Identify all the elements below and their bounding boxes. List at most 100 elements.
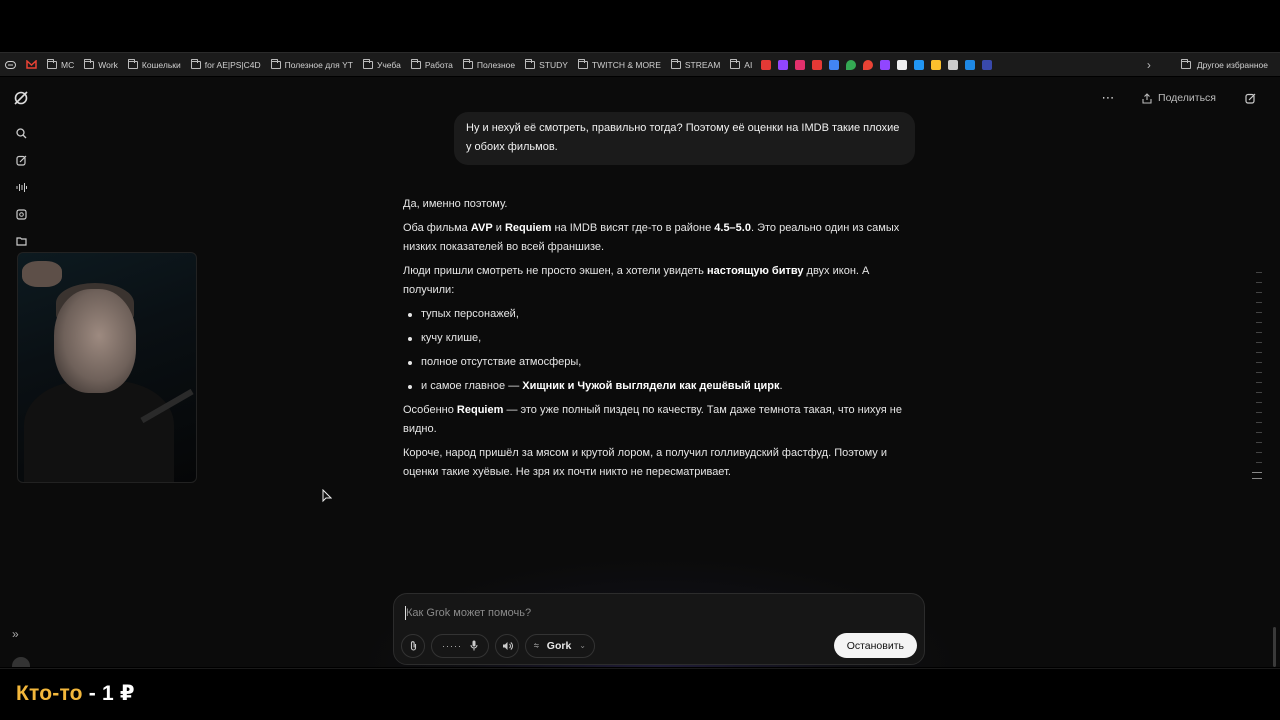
new-chat-edit-icon[interactable] bbox=[1240, 88, 1260, 108]
bookmark-folder[interactable]: for AE|PS|C4D bbox=[186, 53, 266, 76]
bookmark-folder[interactable]: Учеба bbox=[358, 53, 406, 76]
bookmark-folder[interactable]: MC bbox=[42, 53, 79, 76]
bookmark-folder[interactable]: Полезное для YT bbox=[266, 53, 358, 76]
user-message-bubble: Ну и нехуй её смотреть, правильно тогда?… bbox=[454, 112, 915, 165]
bookmark-gmail-icon[interactable] bbox=[21, 53, 42, 76]
imagine-icon[interactable] bbox=[8, 201, 34, 227]
grok-logo-icon[interactable] bbox=[8, 85, 34, 111]
donation-ticker: Кто-то - 1 ₽ bbox=[0, 668, 1280, 720]
answer-paragraph: Оба фильма AVP и Requiem на IMDB висят г… bbox=[403, 222, 900, 253]
site-icon[interactable] bbox=[931, 59, 942, 70]
new-chat-icon[interactable] bbox=[8, 147, 34, 173]
donation-text: Кто-то - 1 ₽ bbox=[16, 681, 135, 706]
bookmark-folder[interactable]: AI bbox=[725, 53, 757, 76]
sliders-icon bbox=[534, 643, 539, 648]
folder-icon bbox=[410, 58, 421, 69]
stop-button[interactable]: Остановить bbox=[833, 633, 917, 658]
top-black-area bbox=[0, 0, 1280, 50]
expand-sidebar-icon[interactable]: » bbox=[12, 627, 19, 641]
site-icon[interactable] bbox=[965, 59, 976, 70]
microphone-icon[interactable] bbox=[470, 640, 478, 651]
youtube-icon[interactable] bbox=[761, 59, 772, 70]
avatar[interactable] bbox=[12, 657, 30, 667]
bookmark-folder[interactable]: Work bbox=[79, 53, 123, 76]
chevron-right-icon[interactable]: › bbox=[1147, 58, 1151, 72]
location-icon[interactable] bbox=[863, 59, 874, 70]
voice-controls[interactable]: ····· bbox=[431, 633, 489, 658]
model-label: Gork bbox=[546, 639, 572, 652]
webcam-person-hand bbox=[22, 261, 62, 287]
folder-icon bbox=[1180, 58, 1191, 69]
bookmarks-overflow: › Другое избранное bbox=[1147, 58, 1280, 72]
folder-icon bbox=[730, 58, 741, 69]
folder-icon bbox=[362, 58, 373, 69]
voice-mode-button[interactable] bbox=[495, 633, 519, 658]
dots-icon: ····· bbox=[442, 640, 462, 651]
translate-icon[interactable] bbox=[829, 59, 840, 70]
bookmark-folder[interactable]: Кошельки bbox=[123, 53, 186, 76]
folder-icon bbox=[84, 58, 95, 69]
instagram-icon[interactable] bbox=[795, 59, 806, 70]
donation-separator: - bbox=[82, 682, 102, 705]
other-bookmarks[interactable]: Другое избранное bbox=[1197, 60, 1268, 70]
attach-button[interactable] bbox=[401, 633, 425, 658]
donor-name: Кто-то bbox=[16, 682, 83, 705]
folder-icon bbox=[47, 58, 57, 69]
search-icon[interactable] bbox=[8, 120, 34, 146]
answer-paragraph: Люди пришли смотреть не просто экшен, а … bbox=[403, 265, 870, 296]
donation-amount: 1 ₽ bbox=[101, 682, 135, 705]
paperclip-icon bbox=[410, 641, 416, 651]
mouse-cursor-icon bbox=[322, 489, 332, 503]
folder-icon bbox=[462, 58, 473, 69]
message-composer[interactable]: Как Grok может помочь? ····· Gork ⌄ Оста… bbox=[393, 593, 925, 665]
composer-toolbar: ····· Gork ⌄ Остановить bbox=[401, 633, 917, 658]
bookmark-folder[interactable]: TWITCH & MORE bbox=[573, 53, 666, 76]
webcam-person-face bbox=[54, 289, 136, 393]
youtube-icon[interactable] bbox=[812, 59, 823, 70]
bookmark-folder[interactable]: STREAM bbox=[666, 53, 725, 76]
folder-icon bbox=[270, 58, 281, 69]
voice-icon[interactable] bbox=[8, 174, 34, 200]
folder-icon bbox=[525, 58, 536, 69]
answer-list: тупых персонажей, кучу клише, полное отс… bbox=[403, 305, 913, 396]
bookmarks-bar: MC Work Кошельки for AE|PS|C4D Полезное … bbox=[0, 52, 1280, 76]
twitch-icon[interactable] bbox=[880, 59, 891, 70]
bookmark-folder[interactable]: Работа bbox=[406, 53, 458, 76]
maps-icon[interactable] bbox=[846, 59, 857, 70]
list-item: тупых персонажей, bbox=[403, 305, 913, 324]
site-icon[interactable] bbox=[948, 59, 959, 70]
webcam-overlay bbox=[17, 252, 197, 483]
bookmark-apps-icon[interactable] bbox=[0, 53, 21, 76]
model-selector[interactable]: Gork ⌄ bbox=[525, 633, 595, 658]
bookmark-folder[interactable]: Полезное bbox=[458, 53, 520, 76]
webcam-person-body bbox=[24, 381, 174, 482]
notion-icon[interactable] bbox=[897, 59, 908, 70]
page-scrollbar[interactable] bbox=[1273, 627, 1276, 667]
message-navigator[interactable] bbox=[1252, 272, 1262, 482]
list-item: кучу клише, bbox=[403, 329, 913, 348]
assistant-answer: Да, именно поэтому. Оба фильма AVP и Req… bbox=[403, 195, 913, 487]
answer-paragraph: Да, именно поэтому. bbox=[403, 198, 508, 210]
bookmark-folder[interactable]: STUDY bbox=[520, 53, 573, 76]
twitch-icon[interactable] bbox=[778, 59, 789, 70]
folder-icon bbox=[190, 58, 201, 69]
chat-header-actions: ⋯ Поделиться bbox=[1098, 88, 1260, 108]
folder-icon bbox=[127, 58, 138, 69]
chevron-down-icon: ⌄ bbox=[579, 641, 586, 650]
share-button[interactable]: Поделиться bbox=[1134, 89, 1224, 107]
grok-app: » ⋯ Поделиться Ну и нехуй её смотреть, п… bbox=[0, 77, 1280, 667]
site-icon[interactable] bbox=[982, 59, 993, 70]
bookmark-site-icons bbox=[757, 59, 996, 70]
composer-placeholder[interactable]: Как Grok может помочь? bbox=[406, 607, 531, 619]
list-item: полное отсутствие атмосферы, bbox=[403, 353, 913, 372]
site-icon[interactable] bbox=[914, 59, 925, 70]
list-item: и самое главное — Хищник и Чужой выгляде… bbox=[403, 377, 913, 396]
speaker-icon bbox=[502, 641, 513, 650]
more-options-icon[interactable]: ⋯ bbox=[1098, 88, 1118, 108]
answer-paragraph: Короче, народ пришёл за мясом и крутой л… bbox=[403, 447, 888, 478]
share-icon bbox=[1142, 92, 1152, 104]
folder-icon bbox=[670, 58, 681, 69]
projects-folder-icon[interactable] bbox=[8, 228, 34, 254]
share-label: Поделиться bbox=[1158, 92, 1216, 104]
answer-paragraph: Особенно Requiem — это уже полный пиздец… bbox=[403, 404, 902, 435]
